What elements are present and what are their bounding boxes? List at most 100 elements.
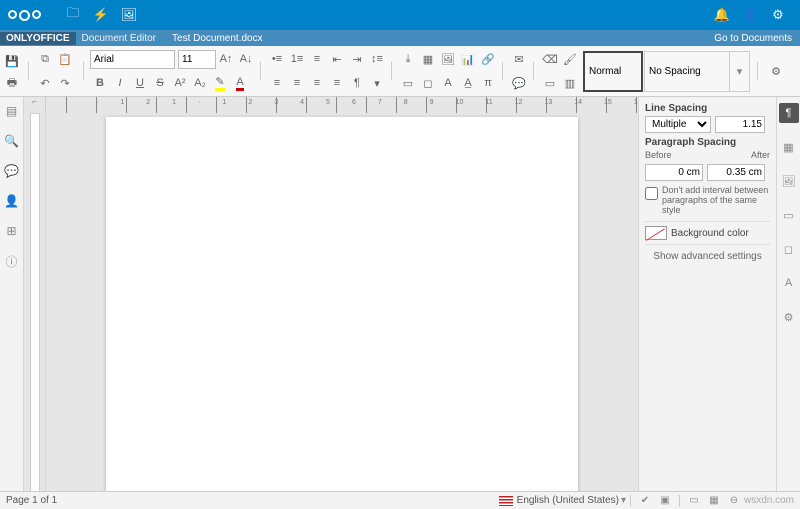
style-normal[interactable]: Normal bbox=[583, 51, 643, 92]
line-spacing-mode[interactable]: Multiple bbox=[645, 116, 711, 133]
insert-dropcap-button[interactable]: A̲ bbox=[458, 73, 478, 93]
status-bar: Page 1 of 1 English (United States)▾ ✔ ▣… bbox=[0, 491, 800, 509]
paste-button[interactable]: 📋 bbox=[55, 49, 75, 69]
copy-style-button[interactable]: 🖌 bbox=[560, 49, 580, 69]
superscript-button[interactable]: A² bbox=[170, 73, 190, 93]
track-changes-button[interactable]: ▣ bbox=[656, 494, 674, 508]
right-toolbar: ¶ ▦ 🖼 ▭ ◻ A ⚙ bbox=[776, 97, 800, 492]
document-zone: ⌐ ·121·12345678910111213141516·17 bbox=[24, 97, 638, 492]
document-canvas[interactable] bbox=[46, 113, 638, 492]
shape-tab-icon[interactable]: ◻ bbox=[779, 239, 799, 259]
editor-subtitle: Document Editor bbox=[76, 32, 162, 45]
multilevel-button[interactable]: ≡ bbox=[307, 49, 327, 69]
undo-button[interactable]: ↶ bbox=[35, 73, 55, 93]
strike-button[interactable]: S bbox=[150, 73, 170, 93]
search-icon[interactable]: 🔍 bbox=[4, 133, 20, 149]
page-count[interactable]: Page 1 of 1 bbox=[6, 495, 57, 506]
line-spacing-button[interactable]: ↕≡ bbox=[367, 49, 387, 69]
line-spacing-value[interactable] bbox=[715, 116, 765, 133]
print-button[interactable]: 🖶 bbox=[2, 73, 22, 93]
font-family-select[interactable] bbox=[90, 50, 175, 69]
nonprinting-button[interactable]: ¶ bbox=[347, 73, 367, 93]
after-label: After bbox=[751, 150, 770, 160]
save-button[interactable]: 💾 bbox=[2, 51, 22, 71]
header-tab-icon[interactable]: ▭ bbox=[779, 205, 799, 225]
table-tab-icon[interactable]: ▦ bbox=[779, 137, 799, 157]
fit-width-button[interactable]: ▦ bbox=[705, 494, 723, 508]
font-color-button[interactable]: A bbox=[230, 73, 250, 93]
insert-header-button[interactable]: ▭ bbox=[398, 73, 418, 93]
zoom-out-button[interactable]: ⊖ bbox=[725, 494, 743, 508]
page-setup-button[interactable]: ▭ bbox=[540, 73, 560, 93]
plugins-icon[interactable]: ⊞ bbox=[4, 223, 20, 239]
insert-shape-button[interactable]: ◻ bbox=[418, 73, 438, 93]
align-left-button[interactable]: ≡ bbox=[267, 73, 287, 93]
bullets-button[interactable]: •≡ bbox=[267, 49, 287, 69]
italic-button[interactable]: I bbox=[110, 73, 130, 93]
increase-indent-button[interactable]: ⇥ bbox=[347, 49, 367, 69]
comments-icon[interactable]: 💬 bbox=[4, 163, 20, 179]
left-sidebar: ▤ 🔍 💬 👤 ⊞ ⓘ bbox=[0, 97, 24, 492]
decrease-indent-button[interactable]: ⇤ bbox=[327, 49, 347, 69]
page[interactable] bbox=[106, 117, 578, 492]
horizontal-ruler[interactable]: ⌐ ·121·12345678910111213141516·17 bbox=[24, 97, 638, 113]
go-to-documents-link[interactable]: Go to Documents bbox=[714, 33, 800, 44]
spacing-before-input[interactable] bbox=[645, 164, 703, 181]
align-center-button[interactable]: ≡ bbox=[287, 73, 307, 93]
style-nospacing[interactable]: No Spacing bbox=[644, 51, 730, 92]
spellcheck-button[interactable]: ✔ bbox=[636, 494, 654, 508]
redo-button[interactable]: ↷ bbox=[55, 73, 75, 93]
insert-equation-button[interactable]: π bbox=[478, 73, 498, 93]
align-justify-button[interactable]: ≡ bbox=[327, 73, 347, 93]
thumbnails-icon[interactable]: ▤ bbox=[4, 103, 20, 119]
gallery-icon[interactable]: 🖼 bbox=[115, 7, 143, 23]
underline-button[interactable]: U bbox=[130, 73, 150, 93]
insert-image-button[interactable]: 🖼 bbox=[438, 49, 458, 69]
insert-link-button[interactable]: 🔗 bbox=[478, 49, 498, 69]
image-tab-icon[interactable]: 🖼 bbox=[779, 171, 799, 191]
tab-selector[interactable]: ⌐ bbox=[24, 97, 46, 113]
files-icon[interactable]: 🗀 bbox=[59, 4, 87, 26]
view-settings-button[interactable]: ⚙ bbox=[766, 61, 786, 81]
shading-button[interactable]: ▾ bbox=[367, 73, 387, 93]
clear-style-button[interactable]: ⌫ bbox=[540, 49, 560, 69]
advanced-settings-link[interactable]: Show advanced settings bbox=[645, 251, 770, 262]
copy-button[interactable]: ⧉ bbox=[35, 49, 55, 69]
insert-textart-button[interactable]: A bbox=[438, 73, 458, 93]
increase-size-button[interactable]: A↑ bbox=[216, 49, 236, 69]
line-spacing-label: Line Spacing bbox=[645, 103, 770, 114]
comment-button[interactable]: 💬 bbox=[509, 73, 529, 93]
bgcolor-label: Background color bbox=[671, 228, 749, 239]
textart-tab-icon[interactable]: A bbox=[779, 273, 799, 293]
vertical-ruler[interactable] bbox=[24, 113, 46, 492]
chat-icon[interactable]: 👤 bbox=[4, 193, 20, 209]
align-right-button[interactable]: ≡ bbox=[307, 73, 327, 93]
numbering-button[interactable]: 1≡ bbox=[287, 49, 307, 69]
settings-icon[interactable]: ⚙ bbox=[764, 7, 792, 23]
style-dropdown[interactable]: ▾ bbox=[730, 51, 750, 92]
feedback-icon[interactable]: ⓘ bbox=[4, 253, 20, 269]
activity-icon[interactable]: ⚡ bbox=[87, 7, 115, 23]
document-title-bar: ONLYOFFICE Document Editor Test Document… bbox=[0, 30, 800, 46]
mailmerge-button[interactable]: ✉ bbox=[509, 49, 529, 69]
contacts-icon[interactable]: 👤 bbox=[736, 7, 764, 23]
fit-page-button[interactable]: ▭ bbox=[685, 494, 703, 508]
bold-button[interactable]: B bbox=[90, 73, 110, 93]
watermark: wsxdn.com bbox=[744, 495, 794, 506]
paragraph-tab-icon[interactable]: ¶ bbox=[779, 103, 799, 123]
notifications-icon[interactable]: 🔔 bbox=[708, 7, 736, 23]
spacing-after-input[interactable] bbox=[707, 164, 765, 181]
language-select[interactable]: English (United States) bbox=[517, 495, 619, 506]
insert-chart-button[interactable]: 📊 bbox=[458, 49, 478, 69]
font-size-select[interactable] bbox=[178, 50, 216, 69]
insert-table-button[interactable]: ▦ bbox=[418, 49, 438, 69]
columns-button[interactable]: ▥ bbox=[560, 73, 580, 93]
insert-page-break-button[interactable]: ⤓ bbox=[398, 49, 418, 69]
bgcolor-swatch[interactable] bbox=[645, 226, 667, 240]
nextcloud-logo bbox=[8, 10, 41, 21]
subscript-button[interactable]: A₂ bbox=[190, 73, 210, 93]
highlight-color-button[interactable]: ✎ bbox=[210, 73, 230, 93]
chart-tab-icon[interactable]: ⚙ bbox=[779, 307, 799, 327]
decrease-size-button[interactable]: A↓ bbox=[236, 49, 256, 69]
same-style-checkbox[interactable] bbox=[645, 185, 658, 202]
